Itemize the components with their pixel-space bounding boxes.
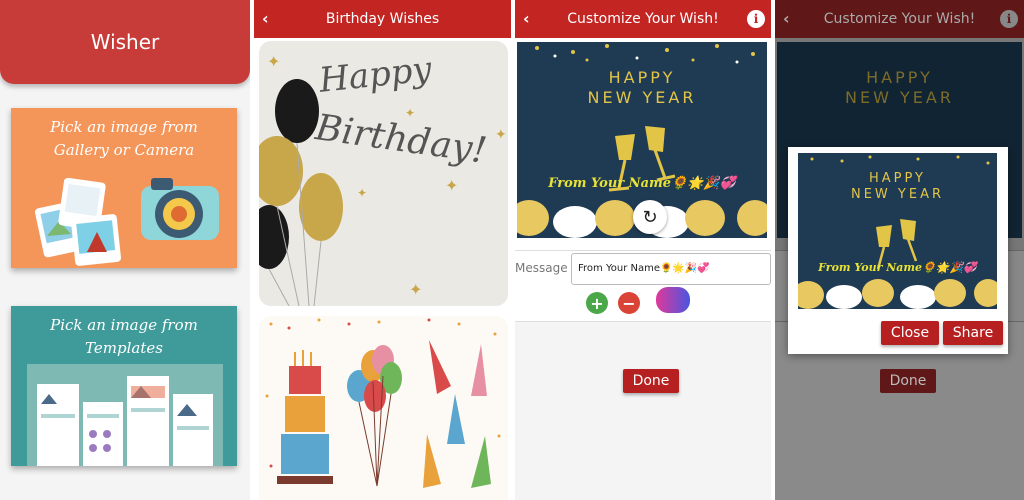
refresh-button[interactable]: ↻: [633, 200, 667, 234]
back-arrow-icon[interactable]: ‹: [262, 9, 269, 28]
happy-text: HAPPY: [866, 68, 933, 87]
cake-balloons-hats-icon: [265, 318, 501, 488]
screen-title: Birthday Wishes: [325, 11, 440, 27]
screen-title: Customize Your Wish!: [567, 11, 719, 27]
refresh-icon: ↻: [642, 206, 658, 228]
pick-from-templates-label: Pick an image from Templates: [50, 316, 198, 357]
share-button[interactable]: Share: [943, 321, 1003, 345]
birthday-wishes-screen: ‹ Birthday Wishes ✦ ✦ ✦ ✦ ✦ ✦ Happy Birthday!: [254, 0, 511, 500]
svg-text:✦: ✦: [409, 280, 422, 299]
preview-dialog: HAPPY NEW YEAR From Your Name🌻🌟🎉💞 Close …: [788, 147, 1008, 354]
done-button[interactable]: Done: [623, 369, 679, 393]
pick-from-templates-card[interactable]: Pick an image from Templates: [11, 306, 237, 466]
info-icon[interactable]: i: [1000, 10, 1018, 28]
top-bar: ‹ Customize Your Wish! i: [515, 0, 771, 38]
done-button[interactable]: Done: [880, 369, 936, 393]
happy-text: HAPPY: [868, 171, 926, 186]
from-text: From Your Name🌻🌟🎉💞: [548, 176, 736, 191]
customize-screen: ‹ Customize Your Wish! i HAPPY NEW YEAR …: [515, 0, 771, 500]
photos-camera-illustration-icon: [35, 177, 219, 266]
pick-from-gallery-label: Pick an image from Gallery or Camera: [50, 118, 198, 159]
back-arrow-icon[interactable]: ‹: [523, 9, 530, 28]
message-label: Message: [515, 261, 568, 275]
preview-card: HAPPY NEW YEAR From Your Name🌻🌟🎉💞: [798, 153, 997, 309]
info-icon[interactable]: i: [747, 10, 765, 28]
new-year-card: HAPPY NEW YEAR From Your Name🌻🌟🎉💞 ↻: [517, 42, 767, 238]
color-picker-button[interactable]: [656, 287, 690, 313]
new-year-text: NEW YEAR: [587, 88, 697, 107]
templates-illustration-icon: [27, 364, 223, 466]
svg-text:✦: ✦: [357, 186, 367, 200]
message-panel: Message From Your Name🌻🌟🎉💞 + −: [515, 250, 771, 322]
message-input-value: From Your Name🌻🌟🎉💞: [578, 263, 710, 274]
message-input[interactable]: From Your Name🌻🌟🎉💞: [571, 253, 771, 285]
top-bar: ‹ Customize Your Wish! i: [775, 0, 1024, 38]
top-bar: ‹ Birthday Wishes: [254, 0, 511, 38]
increase-size-button[interactable]: +: [586, 292, 608, 314]
close-button[interactable]: Close: [881, 321, 939, 345]
plus-icon: +: [590, 293, 604, 313]
card-preview-area: HAPPY NEW YEAR From Your Name🌻🌟🎉💞 ↻: [515, 38, 771, 250]
preview-screen: ‹ Customize Your Wish! i HAPPY NEW YEAR …: [775, 0, 1024, 500]
pick-from-gallery-card[interactable]: Pick an image from Gallery or Camera: [11, 108, 237, 268]
screen-title: Customize Your Wish!: [823, 11, 976, 27]
birthday-card-template-1[interactable]: ✦ ✦ ✦ ✦ ✦ ✦ Happy Birthday!: [259, 41, 508, 306]
new-year-text: NEW YEAR: [850, 187, 944, 202]
svg-text:✦: ✦: [405, 106, 415, 120]
home-screen: Wisher Pick an image from Gallery or Cam…: [0, 0, 250, 500]
from-text: From Your Name🌻🌟🎉💞: [818, 261, 977, 274]
new-year-text: NEW YEAR: [845, 88, 954, 107]
birthday-card-template-2[interactable]: [259, 316, 508, 500]
app-title: Wisher: [0, 0, 250, 84]
back-arrow-icon[interactable]: ‹: [783, 9, 790, 28]
minus-icon: −: [622, 293, 636, 313]
happy-text: HAPPY: [608, 68, 676, 87]
svg-text:✦: ✦: [267, 52, 280, 71]
svg-text:✦: ✦: [445, 176, 458, 195]
decrease-size-button[interactable]: −: [618, 292, 640, 314]
svg-text:✦: ✦: [495, 127, 507, 143]
